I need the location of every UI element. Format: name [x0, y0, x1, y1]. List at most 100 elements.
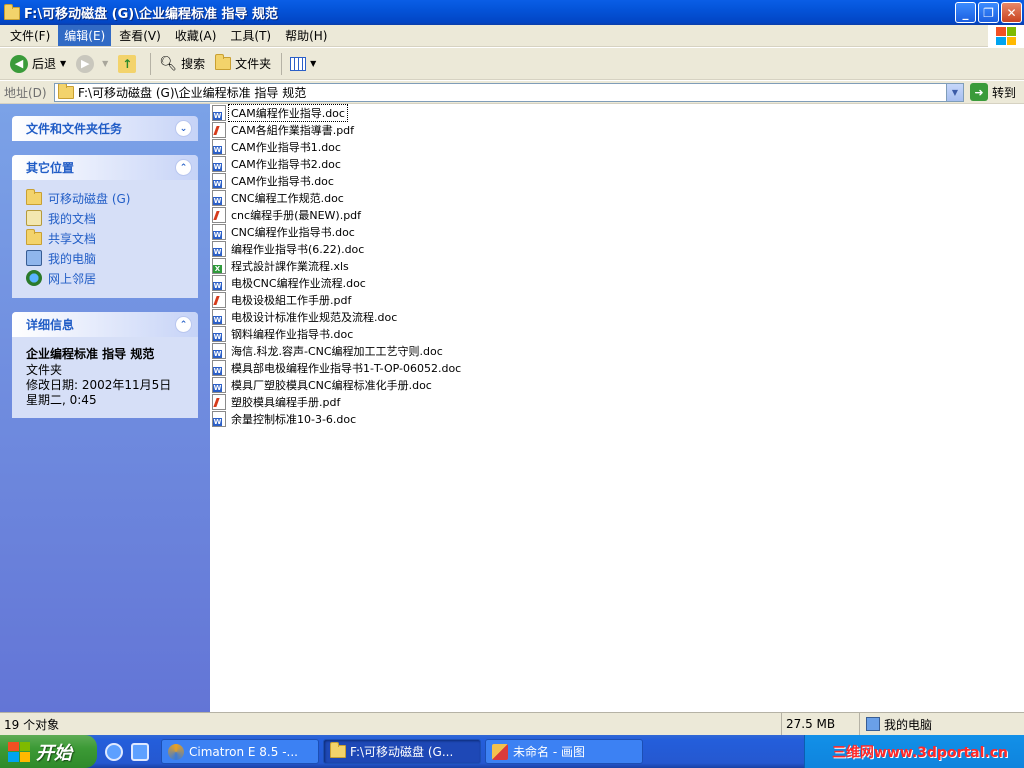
maximize-button[interactable]: ❐	[978, 2, 999, 23]
file-item[interactable]: CAM作业指导书2.doc	[210, 155, 1024, 172]
file-item[interactable]: 塑胶模具编程手册.pdf	[210, 393, 1024, 410]
address-input[interactable]: F:\可移动磁盘 (G)\企业编程标准 指导 规范 ▼	[54, 82, 964, 102]
file-list[interactable]: CAM编程作业指导.doc CAM各組作業指導書.pdf CAM作业指导书1.d…	[210, 103, 1024, 712]
menu-bar: 文件(F) 编辑(E) 查看(V) 收藏(A) 工具(T) 帮助(H)	[0, 25, 1024, 47]
pdf-document-icon	[212, 121, 226, 138]
folders-icon	[215, 54, 232, 70]
address-dropdown-icon[interactable]: ▼	[946, 83, 963, 101]
task-cimatron[interactable]: Cimatron E 8.5 -...	[161, 739, 319, 764]
window-title: F:\可移动磁盘 (G)\企业编程标准 指导 规范	[24, 7, 278, 22]
title-bar[interactable]: F:\可移动磁盘 (G)\企业编程标准 指导 规范 _ ❐ ✕	[0, 0, 1024, 25]
taskbar: 开始 Cimatron E 8.5 -... F:\可移动磁盘 (G... 未命…	[0, 735, 1024, 768]
file-item[interactable]: CNC编程工作规范.doc	[210, 189, 1024, 206]
place-my-documents[interactable]: 我的文档	[26, 208, 186, 228]
expand-chevron-icon[interactable]: ⌄	[175, 120, 192, 137]
back-dropdown-icon[interactable]: ▼	[60, 59, 66, 68]
toolbar-separator	[150, 52, 152, 75]
file-item[interactable]: 钢料编程作业指导书.doc	[210, 325, 1024, 342]
file-name: CAM作业指导书.doc	[231, 174, 334, 188]
file-item[interactable]: 模具厂塑胶模具CNC编程标准化手册.doc	[210, 376, 1024, 393]
task-buttons: Cimatron E 8.5 -... F:\可移动磁盘 (G... 未命名 -…	[161, 739, 643, 764]
go-button[interactable]: ➜ 转到	[970, 83, 1016, 101]
collapse-chevron-icon[interactable]: ⌃	[175, 316, 192, 333]
file-name: CNC编程工作规范.doc	[231, 191, 344, 205]
file-name: 编程作业指导书(6.22).doc	[231, 242, 365, 256]
word-document-icon	[212, 189, 226, 206]
place-shared-documents[interactable]: 共享文档	[26, 228, 186, 248]
task-label: 未命名 - 画图	[513, 745, 585, 759]
file-item[interactable]: 编程作业指导书(6.22).doc	[210, 240, 1024, 257]
views-icon	[290, 56, 307, 71]
word-document-icon	[212, 359, 226, 376]
views-button[interactable]: ▼	[286, 55, 320, 73]
menu-view[interactable]: 查看(V)	[113, 25, 167, 46]
file-item[interactable]: CAM作业指导书1.doc	[210, 138, 1024, 155]
file-name: cnc编程手册(最NEW).pdf	[231, 208, 362, 222]
details-header[interactable]: 详细信息 ⌃	[12, 312, 198, 337]
file-item[interactable]: 余量控制标准10-3-6.doc	[210, 410, 1024, 427]
task-pane: 文件和文件夹任务 ⌄ 其它位置 ⌃ 可移动磁盘 (G) 我的文档 共享文档 我的…	[0, 104, 210, 712]
menu-edit[interactable]: 编辑(E)	[58, 25, 112, 46]
pdf-document-icon	[212, 393, 226, 410]
pdf-document-icon	[212, 291, 226, 308]
quick-launch	[97, 742, 157, 761]
back-arrow-icon: ◀	[10, 54, 28, 73]
back-button[interactable]: ◀ 后退 ▼	[6, 53, 70, 75]
place-label: 我的文档	[48, 211, 97, 226]
status-location-label: 我的电脑	[884, 717, 933, 732]
file-name: 电极CNC编程作业流程.doc	[231, 276, 366, 290]
file-item[interactable]: 电极CNC编程作业流程.doc	[210, 274, 1024, 291]
forward-dropdown-icon[interactable]: ▼	[102, 59, 108, 68]
file-item[interactable]: CAM作业指导书.doc	[210, 172, 1024, 189]
forward-button[interactable]: ▶ ▼	[72, 53, 112, 75]
task-paint[interactable]: 未命名 - 画图	[485, 739, 643, 764]
menu-file[interactable]: 文件(F)	[4, 25, 56, 46]
menu-favorites[interactable]: 收藏(A)	[169, 25, 223, 46]
computer-icon	[866, 717, 880, 731]
views-dropdown-icon[interactable]: ▼	[310, 59, 316, 68]
place-my-computer[interactable]: 我的电脑	[26, 248, 186, 268]
close-button[interactable]: ✕	[1001, 2, 1022, 23]
other-places-header[interactable]: 其它位置 ⌃	[12, 155, 198, 180]
place-label: 可移动磁盘 (G)	[48, 191, 131, 206]
task-label: Cimatron E 8.5 -...	[189, 744, 298, 759]
file-item[interactable]: CAM编程作业指导.doc	[210, 103, 1024, 122]
menu-help[interactable]: 帮助(H)	[279, 25, 333, 46]
word-document-icon	[212, 172, 226, 189]
file-item[interactable]: cnc编程手册(最NEW).pdf	[210, 206, 1024, 223]
file-item[interactable]: 海信.科龙.容声-CNC编程加工工艺守则.doc	[210, 342, 1024, 359]
folder-icon	[330, 742, 346, 758]
file-name: 模具部电极编程作业指导书1-T-OP-06052.doc	[231, 361, 462, 375]
file-item[interactable]: CNC编程作业指导书.doc	[210, 223, 1024, 240]
file-item[interactable]: CAM各組作業指導書.pdf	[210, 121, 1024, 138]
documents-icon	[26, 210, 42, 226]
internet-explorer-icon[interactable]	[131, 742, 149, 761]
file-name: 余量控制标准10-3-6.doc	[231, 412, 357, 426]
tasks-panel-header[interactable]: 文件和文件夹任务 ⌄	[12, 116, 198, 141]
word-document-icon	[212, 138, 226, 155]
collapse-chevron-icon[interactable]: ⌃	[175, 159, 192, 176]
place-network[interactable]: 网上邻居	[26, 268, 186, 288]
minimize-button[interactable]: _	[955, 2, 976, 23]
word-document-icon	[212, 155, 226, 172]
start-label: 开始	[36, 742, 72, 764]
file-item[interactable]: 电极设极組工作手册.pdf	[210, 291, 1024, 308]
up-folder-button[interactable]: ↑	[114, 53, 144, 75]
search-button[interactable]: 🔍︎ 搜索	[155, 53, 209, 74]
place-removable-disk[interactable]: 可移动磁盘 (G)	[26, 188, 186, 208]
file-item[interactable]: 程式設計課作業流程.xls	[210, 257, 1024, 274]
word-document-icon	[212, 274, 226, 291]
task-explorer[interactable]: F:\可移动磁盘 (G...	[323, 739, 481, 764]
start-button[interactable]: 开始	[0, 735, 97, 768]
file-item[interactable]: 电极设计标准作业规范及流程.doc	[210, 308, 1024, 325]
excel-document-icon	[212, 257, 226, 274]
file-name: CAM作业指导书1.doc	[231, 140, 341, 154]
file-item[interactable]: 模具部电极编程作业指导书1-T-OP-06052.doc	[210, 359, 1024, 376]
details-panel: 详细信息 ⌃ 企业编程标准 指导 规范 文件夹 修改日期: 2002年11月5日…	[12, 312, 198, 418]
folder-icon	[58, 83, 74, 99]
folders-button[interactable]: 文件夹	[211, 53, 275, 74]
details-modified-time: 星期二, 0:45	[26, 393, 97, 407]
word-document-icon	[212, 342, 226, 359]
internet-explorer-icon[interactable]	[105, 742, 123, 761]
menu-tools[interactable]: 工具(T)	[224, 25, 277, 46]
